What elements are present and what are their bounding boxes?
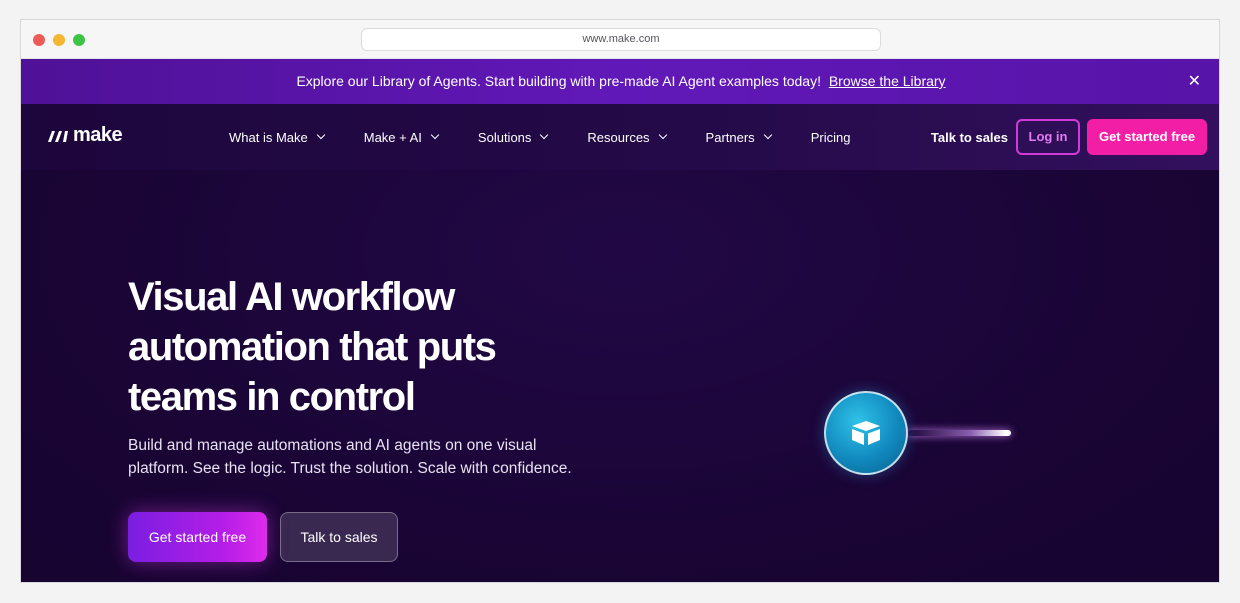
chevron-down-icon: [658, 130, 667, 140]
nav-item-label: Solutions: [477, 129, 532, 145]
nav-item-label: Partners: [705, 129, 755, 145]
nav-item-partners[interactable]: Partners: [705, 129, 772, 145]
announcement-banner: Explore our Library of Agents. Start bui…: [21, 59, 1219, 104]
chevron-down-icon: [540, 130, 549, 140]
connection-trail: [908, 430, 1011, 436]
nav-item-make-ai[interactable]: Make + AI: [363, 129, 440, 145]
hero-get-started-button[interactable]: Get started free: [128, 512, 267, 562]
nav-item-label: Pricing: [810, 129, 851, 145]
browse-library-link[interactable]: Browse the Library: [829, 73, 946, 89]
nav-item-resources[interactable]: Resources: [587, 129, 667, 145]
nav-item-label: Make + AI: [363, 129, 422, 145]
hero-subtext: Build and manage automations and AI agen…: [128, 437, 572, 477]
chevron-down-icon: [430, 130, 440, 140]
maximize-window-dot[interactable]: [73, 34, 85, 46]
nav-actions: Talk to sales Log in Get started free: [931, 119, 1207, 155]
hero-headline: Visual AI workflow automation that puts …: [128, 275, 497, 419]
nav-item-label: What is Make: [229, 129, 308, 145]
nav-item-label: Resources: [587, 129, 650, 145]
get-started-button[interactable]: Get started free: [1087, 119, 1207, 155]
talk-to-sales-link[interactable]: Talk to sales: [931, 130, 1008, 145]
address-bar[interactable]: www.make.com: [361, 28, 881, 51]
nav-menu: What is Make Make + AI Solutions Resourc…: [229, 104, 850, 170]
make-logo-icon: [48, 130, 68, 142]
chevron-down-icon: [763, 130, 772, 140]
logo-text: make: [73, 124, 123, 146]
app-module-orb: [824, 391, 908, 475]
nav-item-pricing[interactable]: Pricing: [811, 130, 851, 145]
login-button[interactable]: Log in: [1016, 119, 1080, 155]
nav-item-solutions[interactable]: Solutions: [477, 129, 549, 145]
hero-section: Visual AI workflow automation that puts …: [21, 170, 1219, 582]
nav-item-what-is-make[interactable]: What is Make: [229, 129, 325, 145]
hero-talk-to-sales-button[interactable]: Talk to sales: [280, 512, 398, 562]
make-logo[interactable]: make: [47, 124, 123, 147]
browser-window: www.make.com Explore our Library of Agen…: [20, 19, 1220, 583]
browser-toolbar: www.make.com: [21, 20, 1219, 59]
airtable-icon: [852, 421, 880, 445]
close-window-dot[interactable]: [33, 34, 45, 46]
chevron-down-icon: [316, 130, 325, 140]
minimize-window-dot[interactable]: [53, 34, 65, 46]
banner-text: Explore our Library of Agents. Start bui…: [296, 73, 821, 89]
main-navigation: make What is Make Make + AI Solutions Re…: [21, 104, 1219, 170]
close-icon[interactable]: ✕: [1188, 59, 1201, 104]
